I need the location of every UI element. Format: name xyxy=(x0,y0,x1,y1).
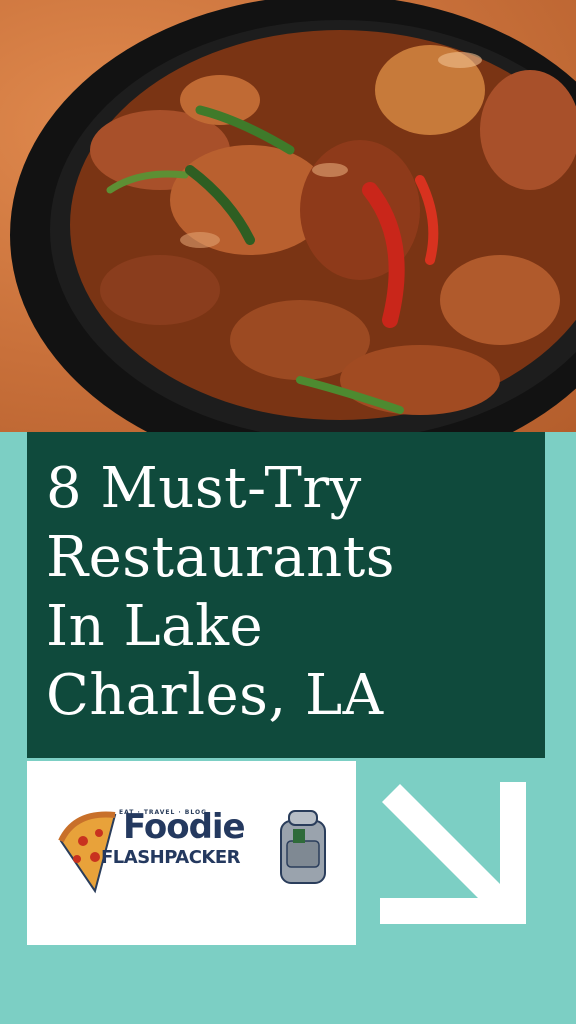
title-line-4: Charles, LA xyxy=(46,663,384,728)
title-card: 8 Must-Try Restaurants In Lake Charles, … xyxy=(27,432,545,758)
backpack-icon xyxy=(280,810,326,884)
title-line-2: Restaurants xyxy=(46,525,395,590)
title-line-1: 8 Must-Try xyxy=(46,456,362,521)
logo-word-flashpacker: FLASHPACKER xyxy=(101,847,241,868)
logo-word-foodie: Foodie xyxy=(123,807,246,847)
arrow-down-right-icon xyxy=(380,782,526,924)
title-line-3: In Lake xyxy=(46,594,264,659)
arrow-down-right-button[interactable] xyxy=(378,780,528,926)
page-title: 8 Must-Try Restaurants In Lake Charles, … xyxy=(46,454,536,730)
brand-logo-card: EAT · TRAVEL · BLOG Foodie FLASHPACKER xyxy=(27,761,356,945)
food-bowl-image xyxy=(10,0,576,432)
hero-food-photo xyxy=(0,0,576,432)
